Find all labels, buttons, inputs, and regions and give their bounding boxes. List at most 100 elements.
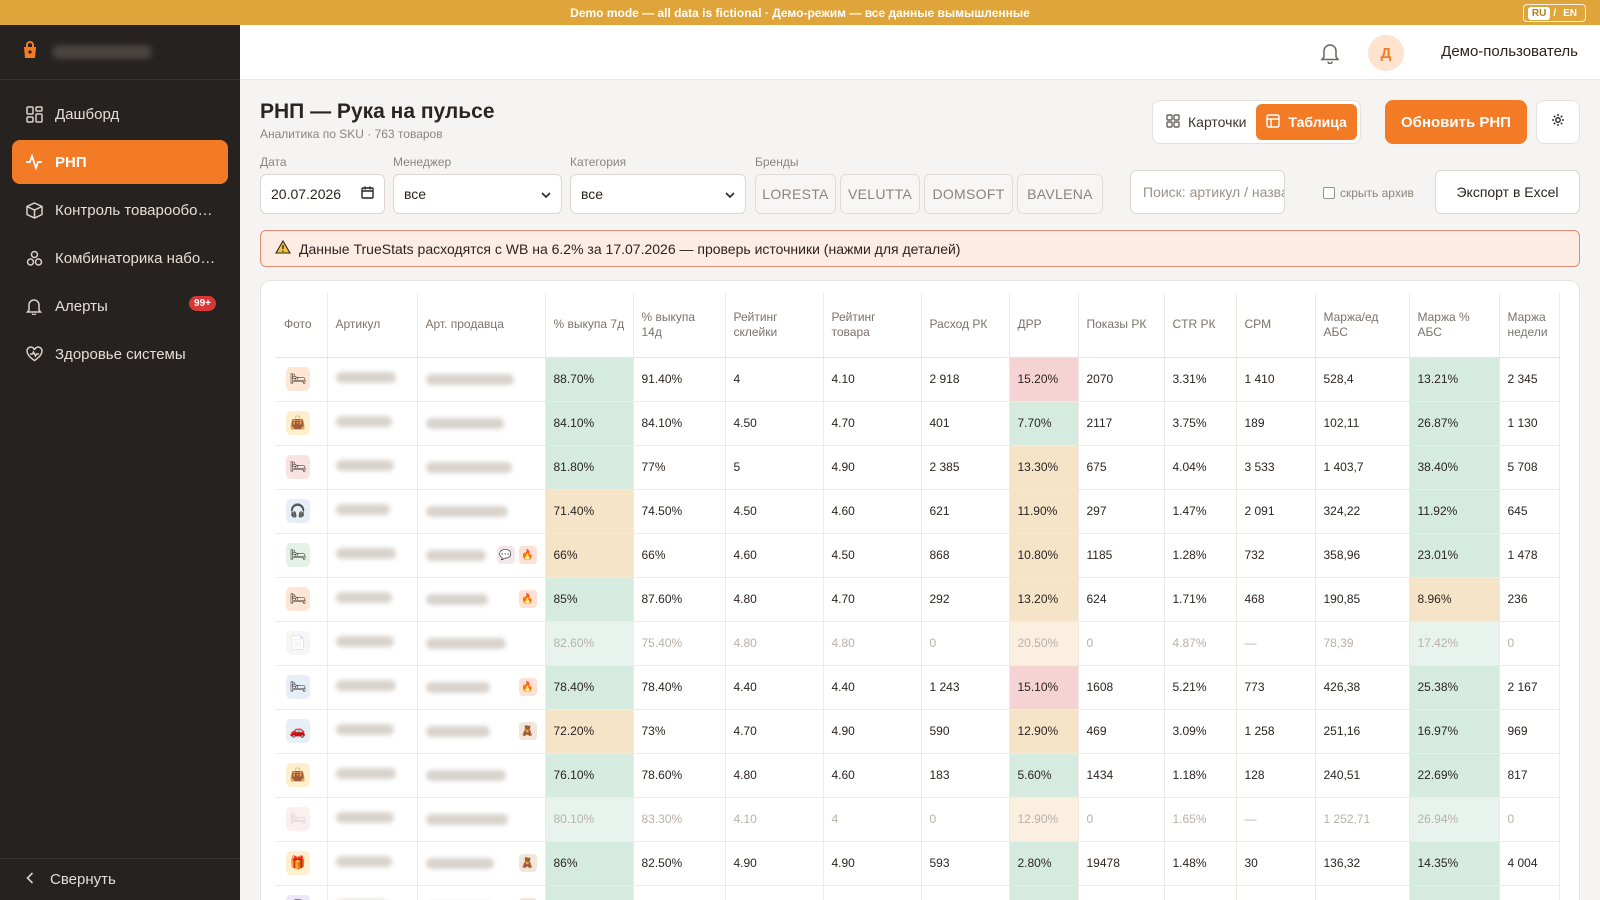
collapse-sidebar-button[interactable]: Свернуть xyxy=(0,858,240,900)
hot-tag-icon[interactable]: 🔥 xyxy=(518,678,537,696)
hide-archive-checkbox[interactable]: скрыть архив xyxy=(1323,186,1414,200)
seller-article-cell[interactable] xyxy=(417,621,546,666)
lang-ru[interactable]: RU xyxy=(1527,6,1551,20)
column-header[interactable]: % выкупа 7д xyxy=(545,293,634,358)
article-cell[interactable] xyxy=(327,885,418,900)
article-cell[interactable] xyxy=(327,401,418,446)
seller-article-cell[interactable]: 🔥 xyxy=(417,577,546,622)
table-row[interactable]: 🛏 80.10% 83.30% 4.10 4 0 12.90% 0 1.65% —1 252,71… xyxy=(276,797,1560,842)
column-header[interactable]: ДРР xyxy=(1009,293,1079,358)
article-cell[interactable] xyxy=(327,489,418,534)
sidebar-item-system-health[interactable]: Здоровье системы xyxy=(12,332,228,376)
product-thumbnail[interactable]: 👜 xyxy=(286,411,310,435)
product-thumbnail[interactable]: 🛏 xyxy=(286,455,310,479)
table-row[interactable]: 🚗 🧸 72.20% 73% 4.70 4.90 590 12.90% 469 3.09% 1 25… xyxy=(276,709,1560,754)
toy-tag-icon[interactable]: 🧸 xyxy=(518,722,537,740)
table-row[interactable]: 🛏 81.80% 77% 5 4.90 2 385 13.30% 675 4.04% 3 533 1… xyxy=(276,445,1560,490)
article-cell[interactable] xyxy=(327,797,418,842)
date-input[interactable]: 20.07.2026 xyxy=(260,174,385,214)
seller-article-cell[interactable] xyxy=(417,797,546,842)
brand-chip-bavlena[interactable]: BAVLENA xyxy=(1017,174,1103,214)
table-row[interactable]: 🛏 🔥 85% 87.60% 4.80 4.70 292 13.20% 624 1.71% 468 1… xyxy=(276,577,1560,622)
export-excel-button[interactable]: Экспорт в Excel xyxy=(1435,170,1580,214)
product-photo-cell[interactable]: 🎁 xyxy=(276,841,328,886)
settings-button[interactable] xyxy=(1536,100,1580,144)
table-row[interactable]: 📱 🧸77%76.20%4.704.601 0778.20%40222.47%26… xyxy=(276,885,1560,900)
article-cell[interactable] xyxy=(327,533,418,578)
article-cell[interactable] xyxy=(327,665,418,710)
column-header[interactable]: Рейтинг товара xyxy=(823,293,922,358)
product-thumbnail[interactable]: 🛏 xyxy=(286,367,310,391)
product-thumbnail[interactable]: 🛏 xyxy=(286,543,310,567)
table-row[interactable]: 🛏 💬 🔥 66% 66% 4.60 4.50 868 10.80% 1185 1.28% 732 35… xyxy=(276,533,1560,578)
seller-article-cell[interactable] xyxy=(417,489,546,534)
category-select[interactable]: все xyxy=(570,174,746,214)
cards-view-button[interactable]: Карточки xyxy=(1156,104,1256,140)
comment-tag-icon[interactable]: 💬 xyxy=(496,546,515,564)
product-thumbnail[interactable]: 👜 xyxy=(286,763,310,787)
checkbox[interactable] xyxy=(1323,187,1335,199)
column-header[interactable]: Артикул xyxy=(327,293,418,358)
product-thumbnail[interactable]: 🛏 xyxy=(286,807,310,831)
article-cell[interactable] xyxy=(327,709,418,754)
column-header[interactable]: CPM xyxy=(1236,293,1316,358)
notifications-bell-icon[interactable] xyxy=(1320,42,1342,65)
refresh-rnp-button[interactable]: Обновить РНП xyxy=(1385,100,1527,144)
article-cell[interactable] xyxy=(327,357,418,402)
product-photo-cell[interactable]: 🛏 xyxy=(276,445,328,490)
username[interactable]: Демо-пользователь xyxy=(1441,43,1578,60)
product-thumbnail[interactable]: 🚗 xyxy=(286,719,310,743)
seller-article-cell[interactable]: 🧸 xyxy=(417,885,546,900)
table-row[interactable]: 👜 84.10% 84.10% 4.50 4.70 401 7.70% 2117 3.75% 18… xyxy=(276,401,1560,446)
product-thumbnail[interactable]: 📄 xyxy=(286,631,310,655)
calendar-icon[interactable] xyxy=(361,186,374,202)
product-photo-cell[interactable]: 👜 xyxy=(276,401,328,446)
column-header[interactable]: Рейтинг склейки xyxy=(725,293,824,358)
brand-chip-loresta[interactable]: LORESTA xyxy=(755,174,836,214)
article-cell[interactable] xyxy=(327,753,418,798)
product-photo-cell[interactable]: 🛏 xyxy=(276,797,328,842)
product-thumbnail[interactable]: 🛏 xyxy=(286,675,310,699)
product-thumbnail[interactable]: 🎁 xyxy=(286,851,310,875)
brand[interactable] xyxy=(0,25,240,80)
column-header[interactable]: Маржа % АБС xyxy=(1409,293,1500,358)
brand-chip-velutta[interactable]: VELUTTA xyxy=(840,174,920,214)
column-header[interactable]: Маржа/ед АБС xyxy=(1315,293,1410,358)
lang-en[interactable]: EN xyxy=(1559,7,1581,20)
seller-article-cell[interactable]: 🧸 xyxy=(417,841,546,886)
manager-select[interactable]: все xyxy=(393,174,562,214)
seller-article-cell[interactable] xyxy=(417,445,546,490)
column-header[interactable]: CTR РК xyxy=(1164,293,1237,358)
product-photo-cell[interactable]: 🚗 xyxy=(276,709,328,754)
table-row[interactable]: 👜 76.10% 78.60% 4.80 4.60 183 5.60% 1434 1.18% 12… xyxy=(276,753,1560,798)
table-row[interactable]: 🛏 🔥 78.40% 78.40% 4.40 4.40 1 243 15.10% 1608 5.2… xyxy=(276,665,1560,710)
article-cell[interactable] xyxy=(327,577,418,622)
column-header[interactable]: Маржа недели xyxy=(1499,293,1560,358)
product-photo-cell[interactable]: 🎧 xyxy=(276,489,328,534)
product-photo-cell[interactable]: 📄 xyxy=(276,621,328,666)
data-discrepancy-warning[interactable]: Данные TrueStats расходятся с WB на 6.2%… xyxy=(260,230,1580,267)
seller-article-cell[interactable] xyxy=(417,401,546,446)
sidebar-item-rnp[interactable]: РНП xyxy=(12,140,228,184)
column-header[interactable]: % выкупа 14д xyxy=(633,293,726,358)
product-photo-cell[interactable]: 🛏 xyxy=(276,533,328,578)
seller-article-cell[interactable]: 💬 🔥 xyxy=(417,533,546,578)
product-photo-cell[interactable]: 👜 xyxy=(276,753,328,798)
table-row[interactable]: 🎁 🧸 86% 82.50% 4.90 4.90 593 2.80% 19478 1.48% 30 1… xyxy=(276,841,1560,886)
sidebar-item-alerts[interactable]: Алерты 99+ xyxy=(12,284,228,328)
column-header[interactable]: Расход РК xyxy=(921,293,1010,358)
product-photo-cell[interactable]: 🛏 xyxy=(276,665,328,710)
hot-tag-icon[interactable]: 🔥 xyxy=(518,590,537,608)
avatar[interactable]: Д xyxy=(1368,35,1404,71)
seller-article-cell[interactable]: 🔥 xyxy=(417,665,546,710)
product-photo-cell[interactable]: 📱 xyxy=(276,885,328,900)
brand-chip-domsoft[interactable]: DOMSOFT xyxy=(924,174,1013,214)
column-header[interactable]: Фото xyxy=(276,293,328,358)
product-thumbnail[interactable]: 📱 xyxy=(286,895,310,900)
seller-article-cell[interactable] xyxy=(417,357,546,402)
sidebar-item-combinatorics[interactable]: Комбинаторика наборов xyxy=(12,236,228,280)
column-header[interactable]: Арт. продавца xyxy=(417,293,546,358)
seller-article-cell[interactable] xyxy=(417,753,546,798)
table-row[interactable]: 🎧 71.40% 74.50% 4.50 4.60 621 11.90% 297 1.47% 2 … xyxy=(276,489,1560,534)
sidebar-item-dashboard[interactable]: Дашборд xyxy=(12,92,228,136)
